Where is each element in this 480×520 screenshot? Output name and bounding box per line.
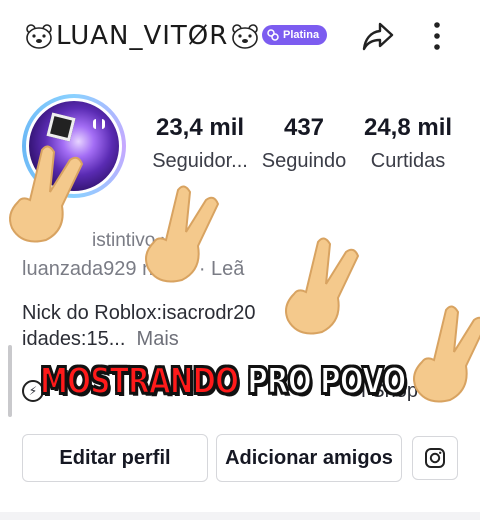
following-count: 437	[283, 114, 325, 141]
stat-followers[interactable]: 23,4 mil Seguidor...	[148, 114, 252, 173]
instagram-button[interactable]	[412, 436, 458, 480]
polar-bear-icon	[232, 24, 259, 49]
badge-icon	[267, 29, 279, 41]
followers-label: Seguidor...	[152, 150, 248, 172]
likes-label: Curtidas	[370, 150, 446, 172]
more-vertical-icon[interactable]	[422, 16, 452, 56]
caption-part-2: PRO POVO	[246, 360, 407, 403]
stat-following[interactable]: 437 Seguindo	[258, 114, 350, 173]
scroll-indicator	[8, 345, 12, 417]
add-friends-button[interactable]: Adicionar amigos	[216, 434, 402, 482]
share-arrow-icon[interactable]	[360, 18, 396, 54]
likes-count: 24,8 mil	[363, 114, 453, 141]
following-label: Seguindo	[261, 150, 347, 172]
caption-part-1: MOSTRANDO	[39, 360, 240, 403]
more-bio-link[interactable]: Mais	[137, 328, 179, 350]
instagram-icon	[425, 448, 445, 468]
bio-text: idades:15...	[22, 328, 126, 350]
stat-likes[interactable]: 24,8 mil Curtidas	[356, 114, 460, 173]
profile-header: LUAN_VITØR Platina	[0, 0, 480, 72]
avatar-image	[26, 98, 122, 194]
avatar[interactable]	[22, 94, 126, 198]
polar-bear-icon	[26, 24, 52, 49]
capcut-logo-icon	[93, 119, 105, 129]
overlay-caption: MOSTRANDO PRO POVO	[39, 360, 407, 404]
roblox-logo-icon	[46, 112, 76, 142]
badge-label: Platina	[283, 29, 320, 41]
divider	[0, 512, 480, 520]
bio-line-2: idades:15... Mais	[22, 328, 179, 351]
username-row: LUAN_VITØR	[22, 18, 262, 54]
edit-profile-button[interactable]: Editar perfil	[22, 434, 208, 482]
distintivo-link[interactable]: istintivo ›	[92, 230, 167, 252]
followers-count: 23,4 mil	[155, 114, 245, 141]
victory-hand-icon	[285, 237, 360, 335]
username-text: LUAN_VITØR	[56, 21, 229, 51]
bio-line-1: Nick do Roblox:isacrodr20	[22, 302, 256, 324]
platina-badge[interactable]: Platina	[262, 25, 328, 45]
profile-meta: luanzada929 nhero · Leã	[22, 258, 245, 280]
